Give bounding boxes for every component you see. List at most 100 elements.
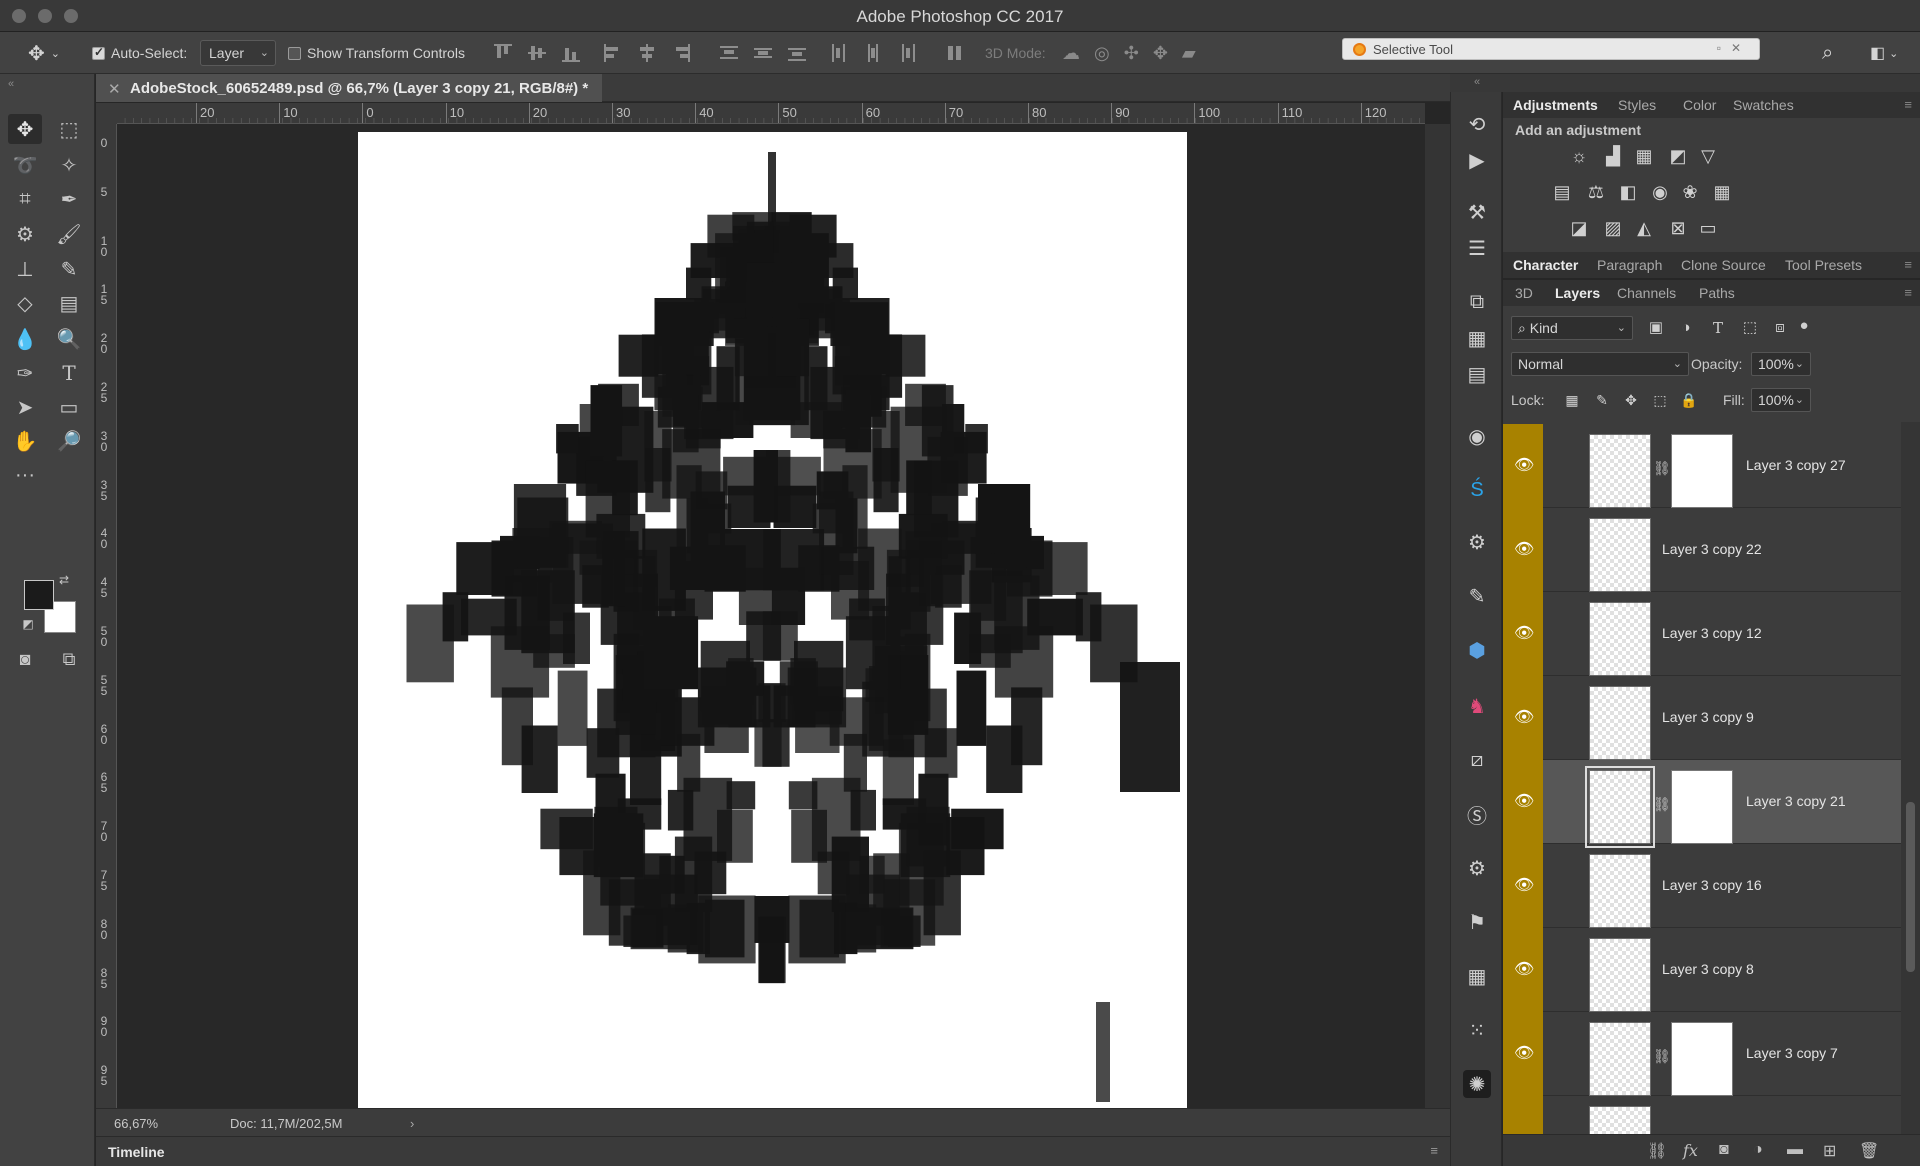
rectangle-tool-icon[interactable]: ▭ [52, 392, 86, 422]
layer-row[interactable]: 👁 Layer 3 copy 16 [1503, 844, 1901, 928]
layer-thumbnail[interactable] [1589, 1106, 1651, 1134]
layer-row[interactable]: 👁 Layer 3 copy 22 [1503, 508, 1901, 592]
color-balance-icon[interactable]: ⚖ [1585, 182, 1607, 202]
lock-image-pixels-icon[interactable]: ✎ [1591, 390, 1613, 410]
brightness-contrast-icon[interactable]: ☼ [1568, 146, 1590, 166]
selective-color-icon[interactable]: ⊠ [1667, 218, 1689, 238]
crop-tool-icon[interactable]: ⌗ [8, 184, 42, 214]
plugin-s-blue-icon[interactable]: Ś [1463, 476, 1491, 504]
tab-paragraph[interactable]: Paragraph [1597, 257, 1662, 273]
eraser-tool-icon[interactable]: ◇ [8, 288, 42, 318]
layer-name[interactable]: Layer 3 copy 9 [1662, 709, 1754, 725]
channel-mixer-icon[interactable]: ❀ [1679, 182, 1701, 202]
mask-link-icon[interactable]: ⛓ [1653, 1048, 1671, 1065]
layer-visibility-toggle[interactable]: 👁 [1503, 844, 1543, 928]
selective-tool-panel[interactable]: Selective Tool ▫✕ [1342, 38, 1760, 60]
tab-clone-source[interactable]: Clone Source [1681, 257, 1766, 273]
lock-position-icon[interactable]: ✥ [1620, 390, 1642, 410]
brush-tool-icon[interactable]: 🖌 [52, 219, 86, 249]
curves-icon[interactable]: ▦ [1633, 146, 1655, 166]
threshold-icon[interactable]: ◭ [1633, 218, 1655, 238]
layer-filter-dropdown[interactable]: ⌕ Kind ⌄ [1511, 316, 1633, 340]
actions-panel-icon[interactable]: ▶ [1463, 146, 1491, 174]
distribute-bottom-edges-icon[interactable] [788, 44, 806, 62]
color-lookup-icon[interactable]: ▦ [1711, 182, 1733, 202]
layer-style-icon[interactable]: fx [1683, 1141, 1698, 1160]
align-left-edges-icon[interactable] [604, 44, 622, 62]
tab-tool-presets[interactable]: Tool Presets [1785, 257, 1862, 273]
tab-character[interactable]: Character [1513, 257, 1578, 273]
foreground-color-swatch[interactable] [24, 580, 54, 610]
layer-thumbnail[interactable] [1585, 766, 1655, 848]
fill-input[interactable]: 100% ⌄ [1751, 388, 1811, 412]
layer-row[interactable]: 👁 Layer 3 copy 8 [1503, 928, 1901, 1012]
eye-icon[interactable]: 👁 [1514, 541, 1534, 559]
dodge-tool-icon[interactable]: 🔍 [52, 324, 86, 354]
notes-panel-icon[interactable]: ▤ [1463, 360, 1491, 388]
vibrance-icon[interactable]: ▽ [1697, 146, 1719, 166]
black-white-icon[interactable]: ◧ [1617, 182, 1639, 202]
hand-tool-icon[interactable]: ✋ [8, 426, 42, 456]
auto-select-checkbox[interactable]: Auto-Select: [92, 42, 187, 64]
distribute-vertical-centers-icon[interactable] [754, 44, 772, 62]
layer-visibility-toggle[interactable]: 👁 [1503, 592, 1543, 676]
document-tab[interactable]: ✕ AdobeStock_60652489.psd @ 66,7% (Layer… [96, 74, 603, 102]
plugin-figure-icon[interactable]: ♞ [1463, 692, 1491, 720]
mask-link-icon[interactable]: ⛓ [1653, 796, 1671, 813]
layer-row[interactable]: 👁 Layer 3 copy 12 [1503, 592, 1901, 676]
layer-row[interactable]: 👁 ⛓ Layer 3 copy 7 [1503, 1012, 1901, 1096]
layer-visibility-toggle[interactable]: 👁 [1503, 424, 1543, 508]
quick-mask-icon[interactable]: ◙ [8, 644, 42, 674]
panel-menu-icon[interactable]: ≡ [1904, 257, 1912, 272]
canvas-vertical-scrollbar[interactable] [1425, 124, 1450, 1108]
tab-paths[interactable]: Paths [1699, 285, 1735, 301]
panel-window-buttons[interactable]: ▫✕ [1717, 41, 1751, 55]
swap-colors-icon[interactable]: ⇄ [54, 570, 74, 590]
layers-list[interactable]: 👁 ⛓ Layer 3 copy 27 👁 Layer 3 copy 22 👁 Layer … [1503, 422, 1901, 1134]
plugin-dots-icon[interactable]: ⁙ [1463, 1016, 1491, 1044]
pen-tool-icon[interactable]: ✑ [8, 358, 42, 388]
photo-filter-icon[interactable]: ◉ [1649, 182, 1671, 202]
show-transform-controls-checkbox[interactable]: Show Transform Controls [288, 42, 465, 64]
brush-presets-icon[interactable]: ✎ [1463, 582, 1491, 610]
layer-mask-thumbnail[interactable] [1671, 1022, 1733, 1096]
layer-row-partial-bottom[interactable] [1503, 1096, 1901, 1134]
eye-icon[interactable]: 👁 [1514, 961, 1534, 979]
eye-icon[interactable]: 👁 [1514, 1045, 1534, 1063]
lasso-tool-icon[interactable]: ➰ [8, 150, 42, 180]
layer-mask-thumbnail[interactable] [1671, 434, 1733, 508]
gradient-map-icon[interactable]: ▭ [1697, 218, 1719, 238]
eye-icon[interactable]: 👁 [1514, 625, 1534, 643]
plugin-flag-icon[interactable]: ⚑ [1463, 908, 1491, 936]
align-right-edges-icon[interactable] [672, 44, 690, 62]
layer-name[interactable]: Layer 3 copy 8 [1662, 961, 1754, 977]
path-selection-tool-icon[interactable]: ➤ [8, 392, 42, 422]
status-menu-chevron-icon[interactable]: › [410, 1116, 414, 1131]
align-vertical-centers-icon[interactable] [528, 44, 546, 62]
distribute-left-edges-icon[interactable] [830, 44, 848, 62]
magic-wand-tool-icon[interactable]: ✧ [52, 150, 86, 180]
align-top-edges-icon[interactable] [494, 44, 512, 62]
search-icon[interactable]: ⌕ [1822, 42, 1833, 64]
eye-icon[interactable]: 👁 [1514, 877, 1534, 895]
layer-visibility-toggle[interactable]: 👁 [1503, 676, 1543, 760]
3d-orbit-icon[interactable]: ☁ [1062, 43, 1094, 64]
filter-shape-icon[interactable]: ⬚ [1739, 318, 1761, 338]
layer-name[interactable]: Layer 3 copy 7 [1746, 1045, 1838, 1061]
history-brush-tool-icon[interactable]: ✎ [52, 254, 86, 284]
layer-row[interactable]: 👁 ⛓ Layer 3 copy 21 [1503, 760, 1901, 848]
auto-select-dropdown[interactable]: Layer ⌄ [200, 40, 276, 66]
canvas-area[interactable] [117, 124, 1425, 1108]
eye-icon[interactable]: 👁 [1514, 457, 1534, 475]
plugin-gear-pin-icon[interactable]: ⚙ [1463, 854, 1491, 882]
creative-cloud-icon[interactable]: ◉ [1463, 422, 1491, 450]
new-layer-icon[interactable]: ⊞ [1823, 1141, 1836, 1161]
distribute-top-edges-icon[interactable] [720, 44, 738, 62]
align-horizontal-centers-icon[interactable] [638, 44, 656, 62]
libraries-panel-icon[interactable]: ⧉ [1463, 288, 1491, 316]
layer-thumbnail[interactable] [1589, 938, 1651, 1012]
blur-tool-icon[interactable]: 💧 [8, 324, 42, 354]
add-mask-icon[interactable]: ◙ [1719, 1141, 1729, 1159]
lock-transparent-pixels-icon[interactable]: ▦ [1561, 390, 1583, 410]
vertical-ruler[interactable]: 0 5 1 0 1 5 2 0 2 5 3 0 3 5 4 0 4 5 5 0 5 5 6 0 6 5 7 … [96, 124, 117, 1108]
